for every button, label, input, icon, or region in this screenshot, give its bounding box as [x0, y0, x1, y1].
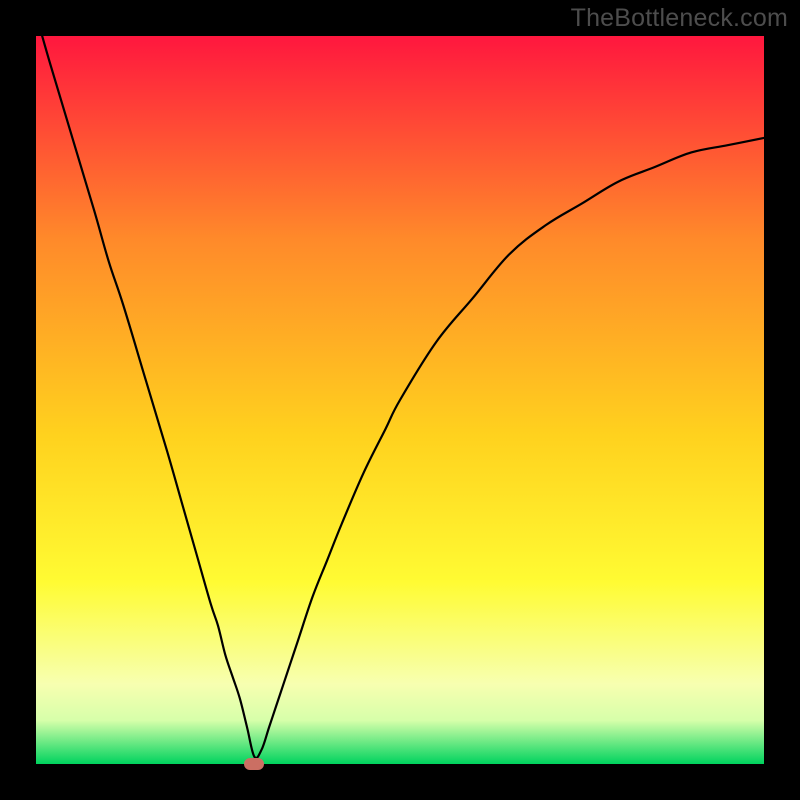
- chart-frame: TheBottleneck.com: [0, 0, 800, 800]
- watermark-text: TheBottleneck.com: [571, 4, 788, 33]
- optimal-point-marker: [244, 758, 264, 770]
- plot-area: [36, 36, 764, 764]
- bottleneck-curve: [36, 36, 764, 764]
